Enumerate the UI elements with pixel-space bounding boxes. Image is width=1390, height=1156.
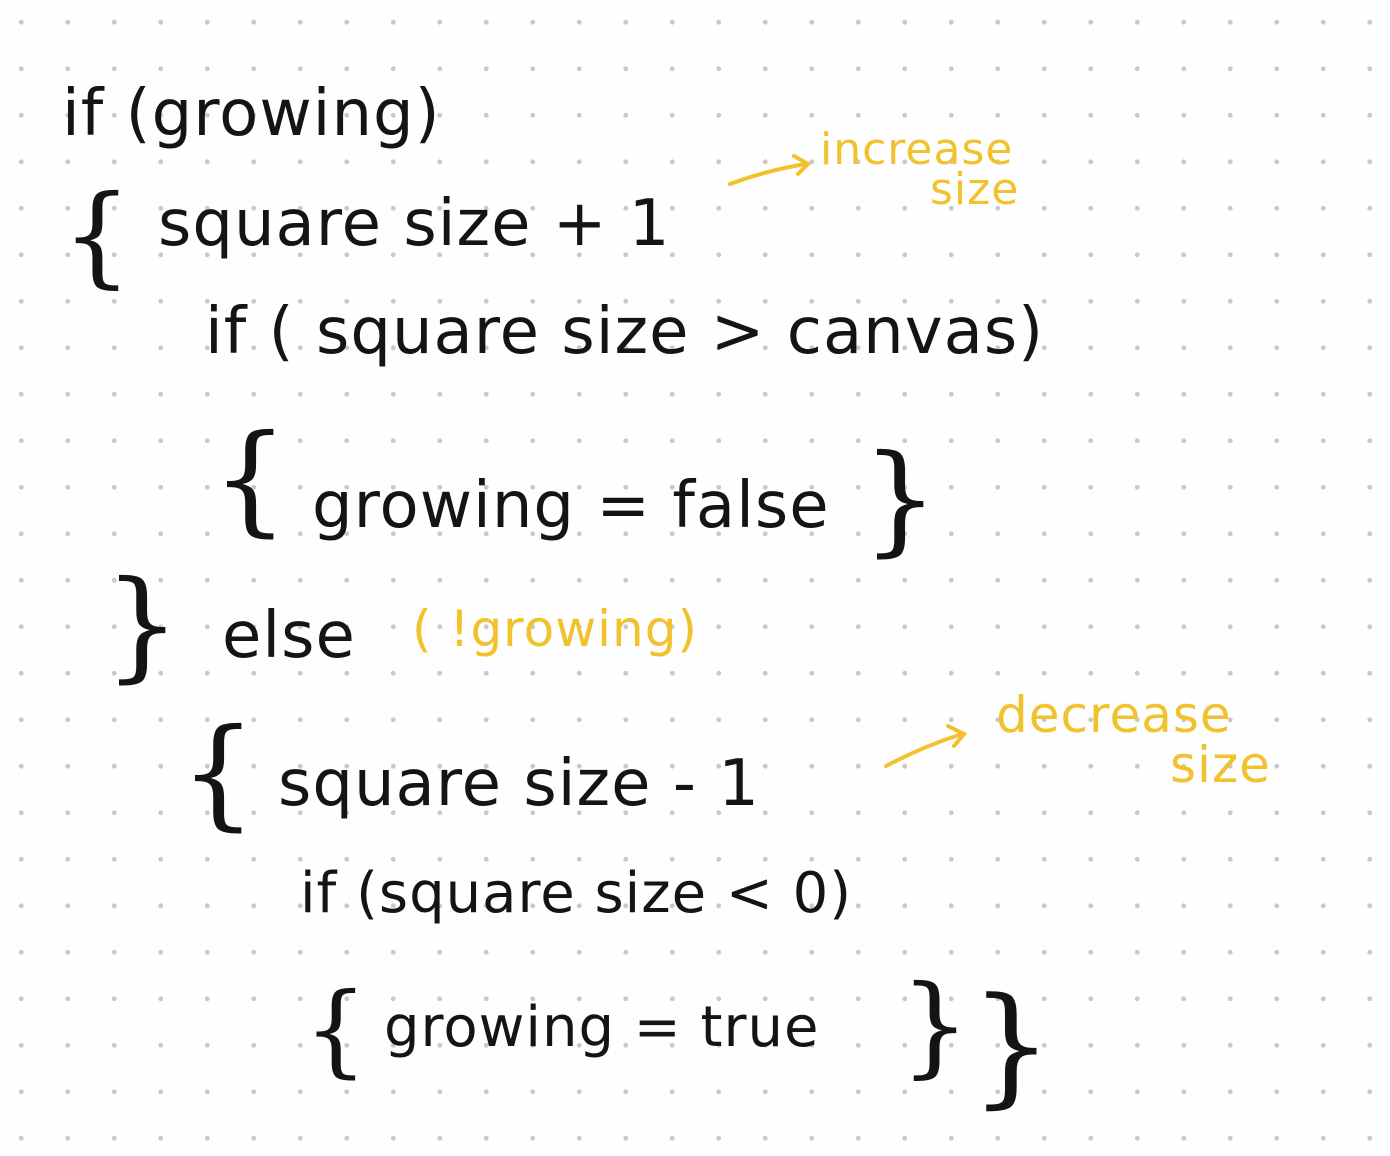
open-brace-inner-false: { <box>304 971 369 1088</box>
close-brace-inner-false: } <box>900 961 971 1089</box>
close-brace-growing-block: } <box>104 556 182 695</box>
line-if-square-size-less-zero: if (square size < 0) <box>300 861 853 926</box>
note-decrease: decrease <box>996 686 1232 744</box>
line-if-square-size-greater-canvas: if ( square size > canvas) <box>205 295 1045 369</box>
note-decrease-size: size <box>1170 736 1271 794</box>
line-if-growing: if (growing) <box>62 77 441 151</box>
note-increase-size: size <box>930 164 1020 215</box>
open-brace-growing-block: { <box>62 171 133 299</box>
open-brace-else-block: { <box>180 704 258 843</box>
note-else-not-growing: ( !growing) <box>412 600 698 658</box>
line-square-size-minus-one: square size - 1 <box>278 747 760 821</box>
line-growing-equals-false: growing = false <box>312 469 830 543</box>
close-brace-inner-true: } <box>862 430 940 569</box>
arrow-to-decrease-note <box>884 724 968 768</box>
line-else: else <box>222 599 356 673</box>
line-growing-equals-true: growing = true <box>384 995 820 1060</box>
close-brace-else-block: } <box>970 969 1054 1121</box>
open-brace-inner-true: { <box>212 410 290 549</box>
handwritten-note-page: if (growing) { square size + 1 increase … <box>0 0 1390 1156</box>
line-square-size-plus-one: square size + 1 <box>158 187 671 261</box>
arrow-to-increase-note <box>728 154 812 186</box>
